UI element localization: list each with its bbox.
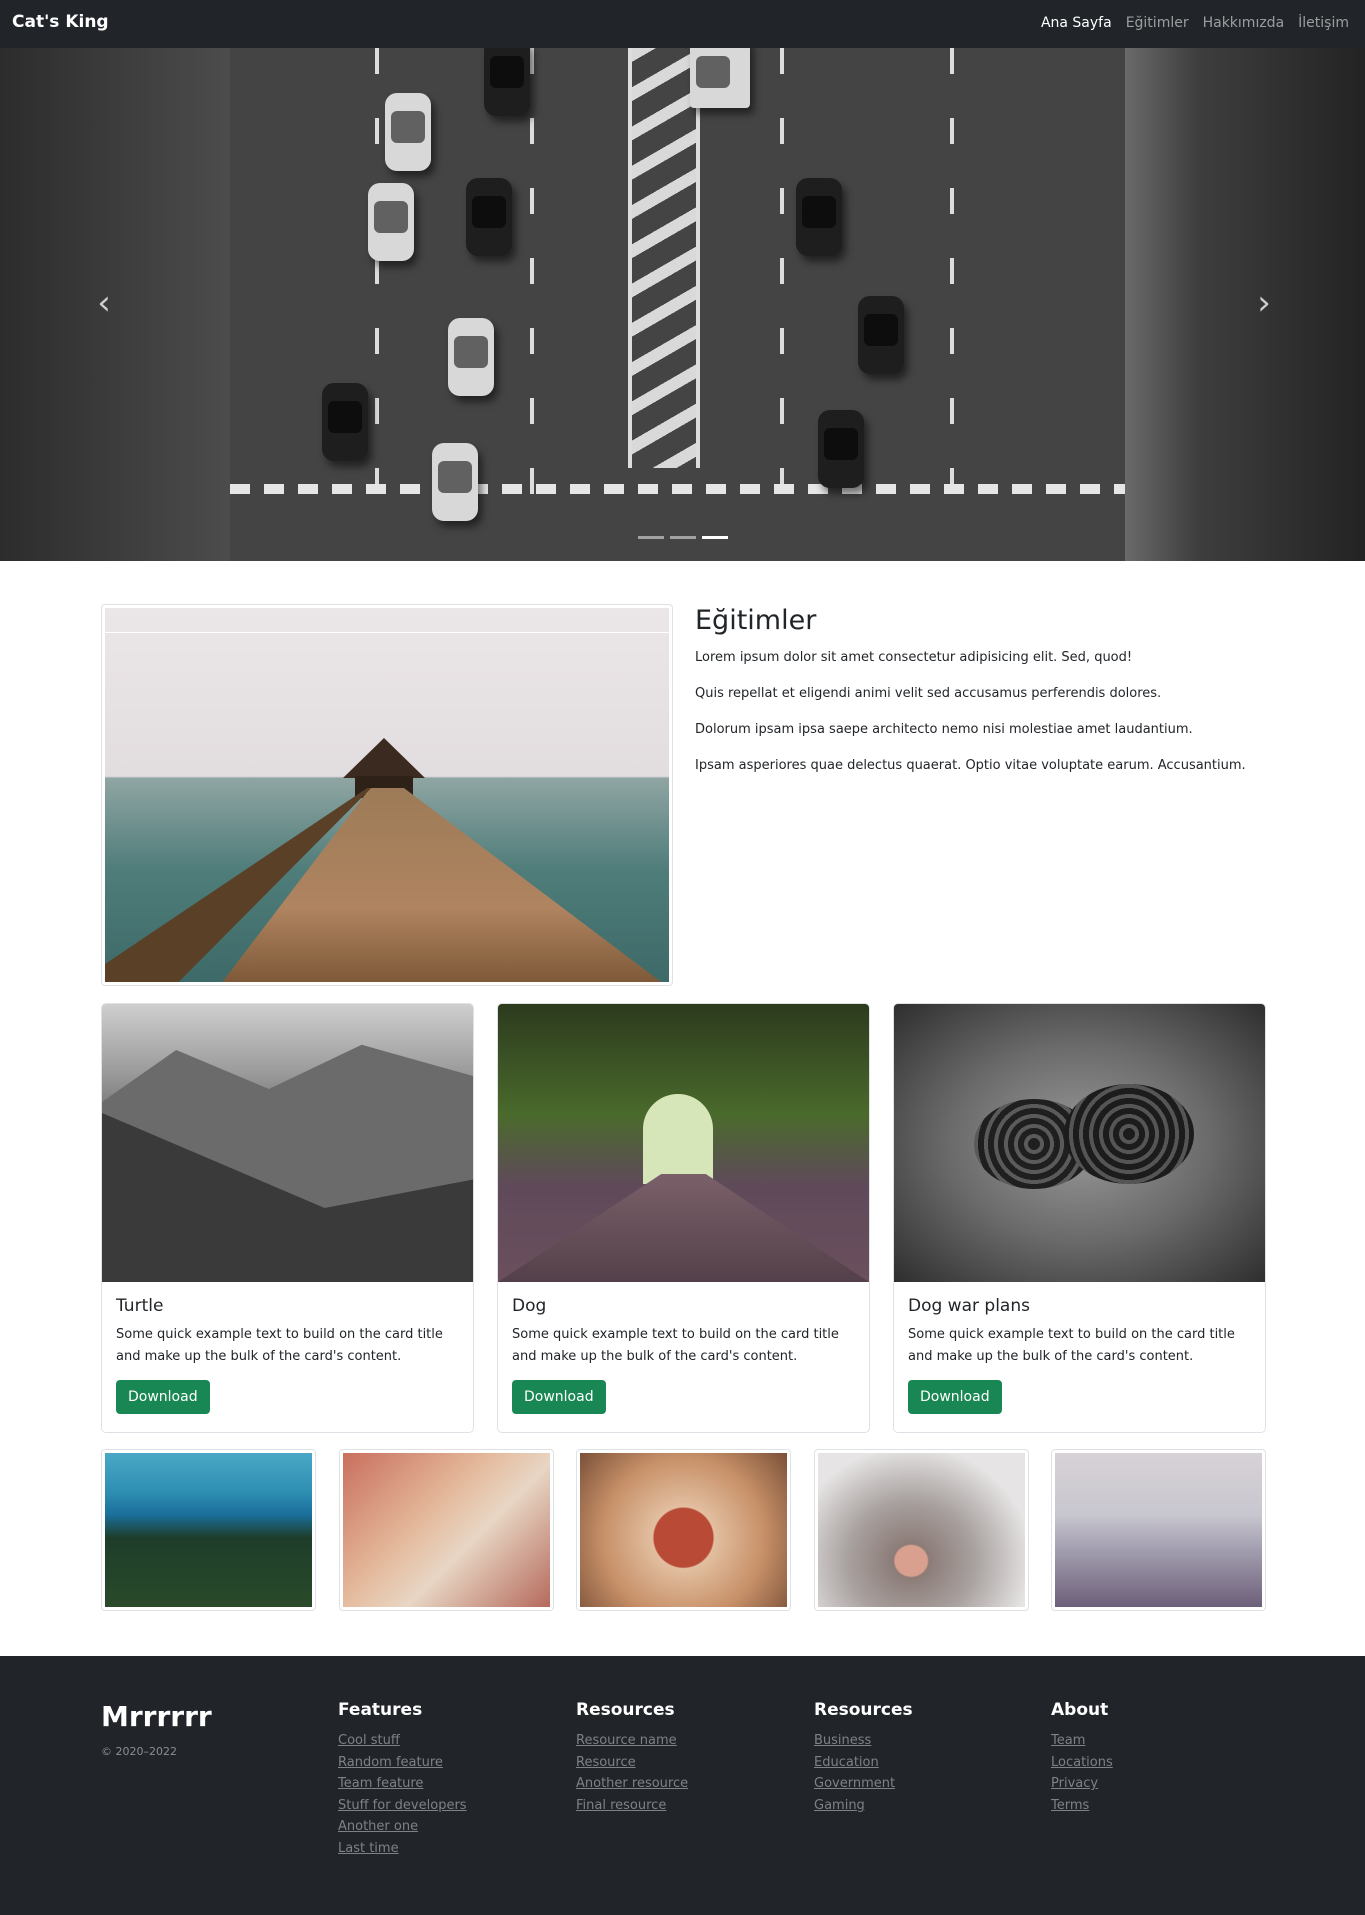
card-body: Turtle Some quick example text to build … — [102, 1282, 473, 1428]
feature-paragraph: Quis repellat et eligendi animi velit se… — [695, 686, 1162, 701]
footer-link[interactable]: Team feature — [338, 1773, 467, 1795]
card-dog-war-plans: Dog war plans Some quick example text to… — [893, 1003, 1266, 1433]
footer-copyright: © 2020–2022 — [101, 1745, 177, 1758]
card-dog: Dog Some quick example text to build on … — [497, 1003, 870, 1433]
footer-link[interactable]: Team — [1051, 1730, 1113, 1752]
footer-heading: Resources — [576, 1700, 675, 1720]
footer-link[interactable]: Cool stuff — [338, 1730, 467, 1752]
nav-links: Ana Sayfa Eğitimler Hakkımızda İletişim — [1041, 15, 1349, 31]
thumbnail-image — [580, 1453, 787, 1607]
card-title: Dog — [512, 1296, 547, 1316]
nav-link-egitimler[interactable]: Eğitimler — [1126, 15, 1189, 31]
thumbnail-image — [1055, 1453, 1262, 1607]
feature-paragraph: Lorem ipsum dolor sit amet consectetur a… — [695, 650, 1133, 665]
carousel-image-car — [466, 178, 512, 256]
carousel-image-lane-line — [530, 48, 534, 518]
hero-carousel: ‹ › — [0, 48, 1365, 561]
gallery-thumbnail-boat[interactable] — [1051, 1449, 1266, 1611]
carousel-image-lane-line — [950, 48, 954, 518]
gallery-thumbnail-desk[interactable] — [339, 1449, 554, 1611]
footer-link[interactable]: Privacy — [1051, 1773, 1113, 1795]
nav-link-ana-sayfa[interactable]: Ana Sayfa — [1041, 15, 1112, 31]
card-body: Dog Some quick example text to build on … — [498, 1282, 869, 1428]
gallery-thumbnail-forest[interactable] — [101, 1449, 316, 1611]
footer-column-resources: Resources Resource name Resource Another… — [576, 1700, 688, 1816]
carousel-image-car — [385, 93, 431, 171]
pier-photo — [105, 608, 669, 982]
navbar: Cat's King Ana Sayfa Eğitimler Hakkımızd… — [0, 0, 1365, 48]
footer-link[interactable]: Another one — [338, 1816, 467, 1838]
footer-link[interactable]: Random feature — [338, 1752, 467, 1774]
footer-link[interactable]: Final resource — [576, 1795, 688, 1817]
download-button[interactable]: Download — [908, 1380, 1002, 1414]
carousel-image-car — [322, 383, 368, 461]
footer-column-resources-2: Resources Business Education Government … — [814, 1700, 913, 1816]
carousel-indicator[interactable] — [670, 536, 696, 539]
footer-link[interactable]: Education — [814, 1752, 913, 1774]
footer-heading: Features — [338, 1700, 423, 1720]
footer-link[interactable]: Locations — [1051, 1752, 1113, 1774]
footer-link[interactable]: Stuff for developers — [338, 1795, 467, 1817]
carousel-image-stop-line — [230, 484, 1125, 494]
carousel-indicator[interactable] — [638, 536, 664, 539]
carousel-image-car — [796, 178, 842, 256]
card-text: Some quick example text to build on the … — [116, 1327, 443, 1364]
gallery-thumbnail-cat-nose[interactable] — [814, 1449, 1029, 1611]
nav-link-iletisim[interactable]: İletişim — [1298, 15, 1349, 31]
footer-heading: Resources — [814, 1700, 913, 1720]
footer-link[interactable]: Another resource — [576, 1773, 688, 1795]
thumbnail-image — [105, 1453, 312, 1607]
footer-heading: About — [1051, 1700, 1109, 1720]
pier-photo-line — [105, 632, 669, 633]
thumbnail-image — [818, 1453, 1025, 1607]
carousel-prev-icon[interactable]: ‹ — [84, 286, 124, 320]
footer-link[interactable]: Gaming — [814, 1795, 913, 1817]
download-button[interactable]: Download — [512, 1380, 606, 1414]
carousel-image-car — [858, 296, 904, 374]
carousel-image-car — [818, 410, 864, 488]
carousel-image-lane-line — [375, 48, 379, 518]
footer-column-features: Features Cool stuff Random feature Team … — [338, 1700, 467, 1859]
carousel-indicators — [638, 536, 728, 539]
carousel-image-car — [368, 183, 414, 261]
pier-photo-hut-roof — [343, 738, 425, 778]
feature-image-pier — [101, 604, 673, 986]
card-image-forest — [498, 1004, 869, 1282]
gallery-thumbnail-mug[interactable] — [576, 1449, 791, 1611]
carousel-image-car — [484, 48, 530, 116]
feature-paragraph: Dolorum ipsam ipsa saepe architecto nemo… — [695, 722, 1193, 737]
card-body: Dog war plans Some quick example text to… — [894, 1282, 1265, 1428]
footer: Mrrrrrr © 2020–2022 Features Cool stuff … — [0, 1656, 1365, 1915]
card-turtle: Turtle Some quick example text to build … — [101, 1003, 474, 1433]
carousel-next-icon[interactable]: › — [1244, 286, 1284, 320]
card-text: Some quick example text to build on the … — [512, 1327, 839, 1364]
footer-link[interactable]: Business — [814, 1730, 913, 1752]
footer-link[interactable]: Terms — [1051, 1795, 1113, 1817]
carousel-image-truck — [690, 48, 750, 108]
footer-brand: Mrrrrrr — [101, 1700, 212, 1733]
carousel-indicator-active[interactable] — [702, 536, 728, 539]
carousel-image-car — [432, 443, 478, 521]
download-button[interactable]: Download — [116, 1380, 210, 1414]
footer-link[interactable]: Last time — [338, 1838, 467, 1860]
nav-link-hakkimizda[interactable]: Hakkımızda — [1203, 15, 1285, 31]
footer-link[interactable]: Resource name — [576, 1730, 688, 1752]
carousel-image-car — [448, 318, 494, 396]
footer-column-about: About Team Locations Privacy Terms — [1051, 1700, 1113, 1816]
card-title: Turtle — [116, 1296, 164, 1316]
card-image-mountain — [102, 1004, 473, 1282]
feature-title: Eğitimler — [695, 605, 817, 636]
carousel-image-crosswalk — [628, 48, 700, 468]
footer-link[interactable]: Resource — [576, 1752, 688, 1774]
thumbnail-image — [343, 1453, 550, 1607]
card-text: Some quick example text to build on the … — [908, 1327, 1235, 1364]
footer-link[interactable]: Government — [814, 1773, 913, 1795]
card-image-pinecones — [894, 1004, 1265, 1282]
card-title: Dog war plans — [908, 1296, 1030, 1316]
navbar-brand[interactable]: Cat's King — [12, 12, 109, 32]
feature-paragraph: Ipsam asperiores quae delectus quaerat. … — [695, 758, 1246, 773]
carousel-image-lane-line — [780, 48, 784, 518]
